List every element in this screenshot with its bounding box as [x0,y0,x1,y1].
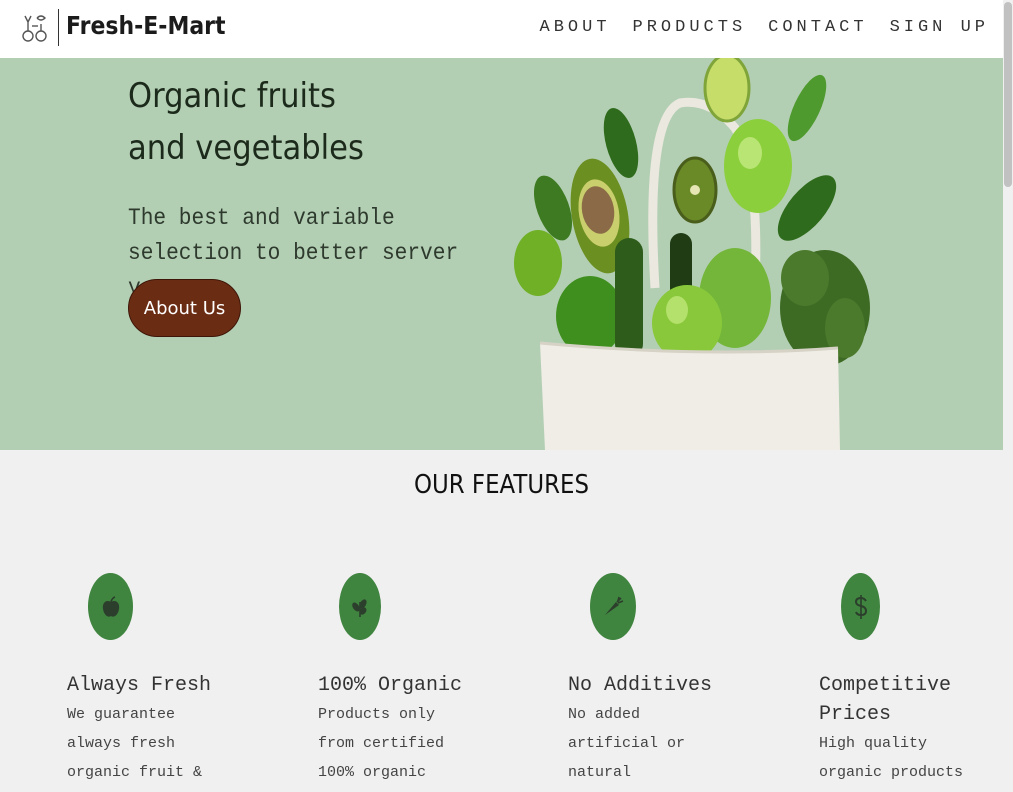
feature-title-no-additives: No Additives [568,674,713,697]
feature-text-line: always fresh [67,735,176,752]
produce-logo-icon[interactable] [22,12,48,44]
feature-carrot-badge [590,573,636,640]
feature-text-line: Products only [318,706,436,723]
page-scrollbar[interactable] [1003,0,1013,792]
feature-text-line: from certified [318,735,445,752]
feature-text-line: natural [568,764,632,781]
feature-text-line: We guarantee [67,706,176,723]
feature-title-competitive-prices: Competitive Prices [819,671,979,729]
feature-text-line: organic products [819,764,964,781]
nav-links: ABOUT PRODUCTS CONTACT SIGN UP [518,18,989,37]
carrot-icon [605,596,624,615]
nav-link-about[interactable]: ABOUT [540,18,611,37]
apple-icon [102,595,119,617]
dollar-icon [854,594,867,619]
feature-text-line: artificial or [568,735,686,752]
feature-text-organic: Products only from certified 100% organi… [318,700,458,787]
nav-link-contact[interactable]: CONTACT [768,18,867,37]
features-title: OUR FEATURES [413,470,590,500]
logo-divider [58,9,59,46]
feature-text-competitive-prices: High quality organic products [819,729,969,787]
brand-name[interactable]: Fresh-E-Mart [66,11,226,40]
feature-leaf-badge [339,573,381,640]
feature-text-line: 100% organic [318,764,427,781]
feature-text-line: High quality [819,735,928,752]
feature-title-line: Prices [819,703,892,726]
grocery-bag-vegetables-image [514,58,870,450]
feature-text-line: organic fruit & [67,764,203,781]
feature-apple-badge [88,573,133,640]
hero-title: Organic fruits and vegetables [128,76,364,168]
hero-section: Organic fruits and vegetables The best a… [0,58,1003,450]
navbar: Fresh-E-Mart ABOUT PRODUCTS CONTACT SIGN… [0,0,1003,58]
feature-title-organic: 100% Organic [318,674,463,697]
leaf-icon [352,598,367,617]
feature-text-always-fresh: We guarantee always fresh organic fruit … [67,700,207,787]
scrollbar-thumb[interactable] [1004,2,1012,187]
nav-link-products[interactable]: PRODUCTS [633,18,747,37]
feature-title-always-fresh: Always Fresh [67,674,212,697]
nav-link-sign-up[interactable]: SIGN UP [890,18,989,37]
feature-dollar-badge [841,573,880,640]
feature-title-line: Competitive [819,674,952,697]
about-us-button[interactable]: About Us [128,279,241,337]
feature-text-no-additives: No added artificial or natural [568,700,708,787]
feature-text-line: No added [568,706,641,723]
